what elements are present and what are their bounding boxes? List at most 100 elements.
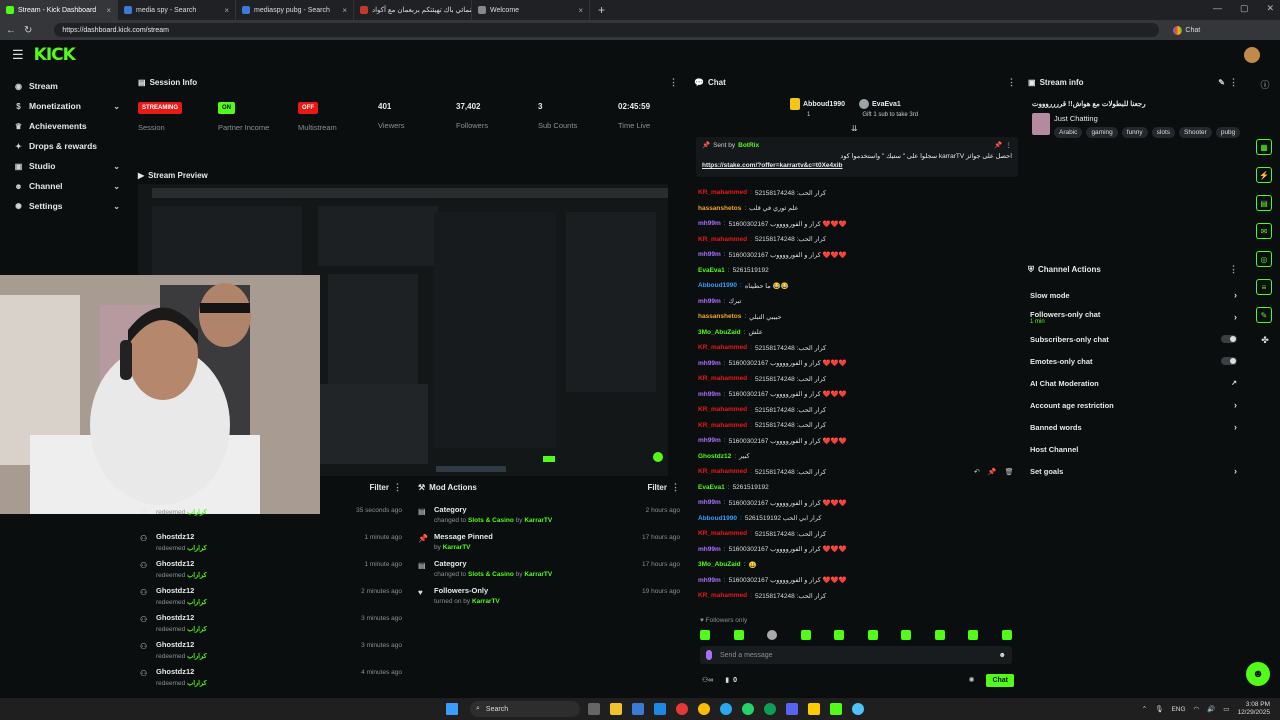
sidebar-item-studio[interactable]: ▣ Studio ⌄ [0,156,132,176]
battery-icon[interactable]: ▭ [1223,705,1229,713]
chat-username[interactable]: Abboud1990 [698,515,737,522]
chat-username[interactable]: hassanshetos [698,313,741,320]
channel-action-set-goals[interactable]: Set goals › [1027,460,1241,482]
chat-message[interactable]: mh99m: كرار و الفورووووب 51600302167 ❤️❤️… [698,433,1016,449]
chat-username[interactable]: KR_mahammed [698,189,747,196]
stream-info-menu-icon[interactable]: ⋮ [1229,77,1238,88]
language-indicator[interactable]: ENG [1171,706,1185,713]
minimize-icon[interactable]: — [1213,3,1222,14]
app-icon[interactable] [852,703,864,715]
session-info-menu-icon[interactable]: ⋮ [669,77,678,88]
chat-message[interactable]: mh99m: كرار و الفورووووب 51600302167 ❤️❤️… [698,216,1016,232]
mic-icon[interactable] [706,650,712,660]
taskbar-search[interactable]: ⌕ Search [470,701,580,717]
chat-message[interactable]: KR_mahammed:52158174248 :كرار الحب [698,588,1016,604]
chat-message[interactable]: KR_mahammed:52158174248 :كرار الحب [698,418,1016,434]
mod-tools-icon[interactable]: ⚇∞ [702,676,713,684]
stream-category[interactable]: Just Chatting [1054,114,1098,123]
browser-tab[interactable]: media spy - Search × [118,0,236,20]
chat-message[interactable]: mh99m: كرار و الفورووووب 51600302167 ❤️❤️… [698,387,1016,403]
emote-icon[interactable] [767,630,778,640]
bolt-icon[interactable]: ⚡ [1256,167,1272,183]
event-user[interactable]: Ghostdz12 [156,532,207,541]
chat-message[interactable]: EvaEva1:5261519192 [698,263,1016,279]
chat-message[interactable]: Ghostdz12: كبير [698,449,1016,465]
emote-icon[interactable] [800,630,811,640]
sidebar-item-achievements[interactable]: ♛ Achievements [0,116,132,136]
task-view-icon[interactable] [588,703,600,715]
pinned-message[interactable]: 📌 Sent by BotRix 📌 ⋮ احصل على جوائز karr… [696,137,1018,177]
pinned-menu-icon[interactable]: ⋮ [1006,141,1013,149]
chevron-right-icon[interactable]: › [1234,290,1237,300]
mod-action-target[interactable]: Slots & Casino [468,571,514,578]
chat-username[interactable]: KR_mahammed [698,468,747,475]
assistant-bubble-icon[interactable]: ☻ [1246,662,1270,686]
chat-username[interactable]: 3Mo_AbuZaid [698,561,741,568]
chat-username[interactable]: KR_mahammed [698,422,747,429]
mod-action-user[interactable]: KarrarTV [524,517,552,524]
layout-icon[interactable]: ▦ [1256,139,1272,155]
mod-action-target[interactable]: KarrarTV [443,544,471,551]
channel-action-account-age-restriction[interactable]: Account age restriction › [1027,394,1241,416]
chat-message[interactable]: Abboud1990: كرار ابي الحب 5261519192 [698,511,1016,527]
mod-filter-button[interactable]: Filter [647,483,667,492]
new-tab-icon[interactable]: + [590,3,613,17]
telegram-icon[interactable] [720,703,732,715]
microphone-icon[interactable]: 🎙 [1155,705,1163,713]
collapse-icon[interactable]: ⇊ [851,124,858,133]
chat-username[interactable]: EvaEva1 [698,267,725,274]
event-user[interactable]: Ghostdz12 [156,613,207,622]
chat-message[interactable]: KR_mahammed:52158174248 :كرار الحب [698,185,1016,201]
channel-action-slow-mode[interactable]: Slow mode › [1027,284,1241,306]
channel-action-followers-only-chat[interactable]: Followers-only chat 1 min › [1027,306,1241,328]
channel-action-ai-chat-moderation[interactable]: AI Chat Moderation ↗ [1027,372,1241,394]
chat-username[interactable]: mh99m [698,437,721,444]
chevron-down-icon[interactable]: ⌄ [113,202,120,211]
chat-message[interactable]: mh99m: كرار و الفورووووب 51600302167 ❤️❤️… [698,356,1016,372]
chat-username[interactable]: KR_mahammed [698,344,747,351]
pinned-link[interactable]: https://stake.com/?offer=karrartv&c=t0Xe… [702,162,1012,169]
toggle-switch[interactable] [1221,335,1237,343]
emote-icon[interactable] [901,630,912,640]
sidebar-item-monetization[interactable]: $ Monetization ⌄ [0,96,132,116]
sidebar-item-drops-rewards[interactable]: ✦ Drops & rewards [0,136,132,156]
channel-actions-menu-icon[interactable]: ⋮ [1229,264,1238,275]
browser-tab[interactable]: سينمائي باك تهيئتكم بربعمان مع آكواد× [354,0,472,20]
chat-username[interactable]: mh99m [698,391,721,398]
stream-tag[interactable]: slots [1151,127,1176,138]
kick-logo[interactable]: KICK [34,45,76,65]
refresh-icon[interactable]: ↻ [24,25,32,36]
chat-username[interactable]: hassanshetos [698,205,741,212]
chrome-icon[interactable] [698,703,710,715]
chevron-down-icon[interactable]: ⌄ [113,182,120,191]
chevron-right-icon[interactable]: › [1234,422,1237,432]
kick-app-icon[interactable] [830,703,842,715]
chat-username[interactable]: Abboud1990 [698,282,737,289]
chat-message[interactable]: mh99m: كرار و الفورووووب 51600302167 ❤️❤️… [698,542,1016,558]
browser-tab[interactable]: mediaspy pubg - Search × [236,0,354,20]
reply-icon[interactable]: ↶ [974,468,980,476]
chat-input[interactable]: Send a message ☻ [700,646,1012,664]
send-chat-button[interactable]: Chat [986,673,1014,687]
stream-tag[interactable]: Arabic [1054,127,1083,138]
chat-username[interactable]: KR_mahammed [698,592,747,599]
sidebar-item-stream[interactable]: ◉ Stream [0,76,132,96]
file-explorer-icon[interactable] [610,703,622,715]
chat-message[interactable]: 3Mo_AbuZaid: علش [698,325,1016,341]
user-avatar[interactable] [1244,47,1260,63]
emote-icon[interactable] [867,630,878,640]
event-user[interactable]: Ghostdz12 [156,640,207,649]
emote-icon[interactable] [968,630,979,640]
puzzle-icon[interactable]: ✤ [1256,335,1274,346]
chat-username[interactable]: 3Mo_AbuZaid [698,329,741,336]
emote-icon[interactable] [834,630,845,640]
chevron-right-icon[interactable]: › [1234,400,1237,410]
chat-message[interactable]: mh99m: تبرك [698,294,1016,310]
emoji-icon[interactable]: ☻ [999,652,1006,659]
discord-icon[interactable] [786,703,798,715]
chat-username[interactable]: KR_mahammed [698,530,747,537]
mod-actions-menu-icon[interactable]: ⋮ [671,482,680,493]
chevron-down-icon[interactable]: ⌄ [113,162,120,171]
chat-username[interactable]: KR_mahammed [698,236,747,243]
stream-tag[interactable]: Shooter [1179,127,1212,138]
